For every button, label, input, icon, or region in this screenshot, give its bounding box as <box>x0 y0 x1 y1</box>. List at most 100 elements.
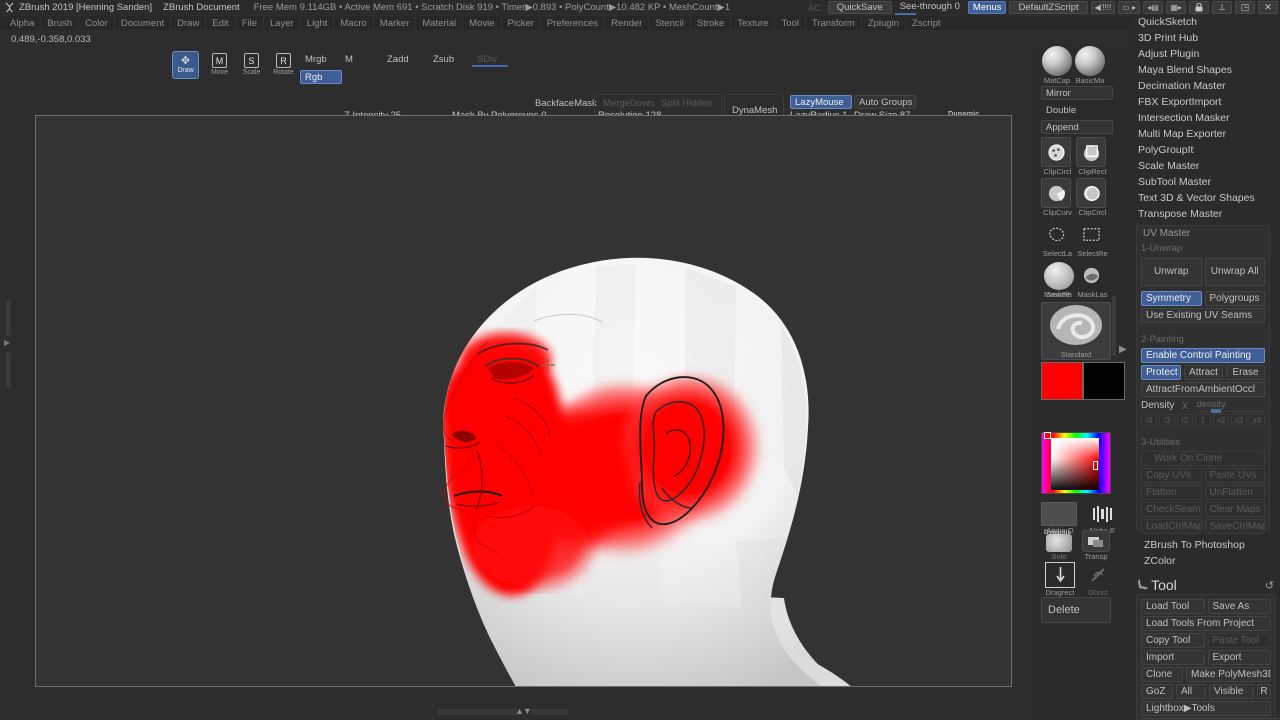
double-button[interactable]: Double <box>1041 103 1113 117</box>
ghost-button[interactable]: Ghost <box>1080 562 1116 597</box>
menu-item-render[interactable]: Render <box>604 16 648 30</box>
masklasso-button[interactable]: MaskLas <box>1076 260 1109 299</box>
basic-material-button[interactable]: BasicMa <box>1075 46 1105 85</box>
m-button[interactable]: M <box>340 52 380 66</box>
density-step-4[interactable]: /4 <box>1141 414 1157 426</box>
scrubber-lower[interactable] <box>6 352 11 388</box>
menus-button[interactable]: Menus <box>967 1 1007 14</box>
menu-item-picker[interactable]: Picker <box>500 16 540 30</box>
append-button[interactable]: Append <box>1041 120 1113 134</box>
menu-item-file[interactable]: File <box>234 16 263 30</box>
use-existing-uv-seams-button[interactable]: Use Existing UV Seams <box>1141 308 1265 323</box>
zplugin-item-scale-master[interactable]: Scale Master <box>1132 158 1280 174</box>
lightbox-tools-button[interactable]: Lightbox▶Tools <box>1141 701 1271 716</box>
goz-button[interactable]: GoZ <box>1141 684 1173 699</box>
paste-uvs-button[interactable]: Paste UVs <box>1204 468 1265 483</box>
menu-item-tool[interactable]: Tool <box>774 16 804 30</box>
menu-item-edit[interactable]: Edit <box>205 16 234 30</box>
menu-item-preferences[interactable]: Preferences <box>539 16 604 30</box>
default-zscript-button[interactable]: DefaultZScript <box>1009 1 1088 14</box>
menu-item-color[interactable]: Color <box>78 16 114 30</box>
transp-button[interactable]: Transp <box>1078 530 1114 561</box>
tray-right-icon[interactable]: ▦▸ <box>1166 1 1186 14</box>
move-tool-button[interactable]: M Move <box>206 51 233 79</box>
unwrap-all-button[interactable]: Unwrap All <box>1204 258 1265 286</box>
color-picker-marker[interactable] <box>1044 432 1051 439</box>
copy-uvs-button[interactable]: Copy UVs <box>1141 468 1202 483</box>
scrubber-upper[interactable] <box>6 300 11 336</box>
density-slider[interactable]: density. <box>1197 399 1265 413</box>
solo-button[interactable]: Solo <box>1042 534 1076 561</box>
check-seams-button[interactable]: CheckSeams <box>1141 502 1202 517</box>
menu-item-alpha[interactable]: Alpha <box>4 17 40 30</box>
make-polymesh3d-button[interactable]: Make PolyMesh3D <box>1186 667 1271 682</box>
script-icon[interactable]: ◀'!!!! <box>1090 1 1116 14</box>
zplugin-item-polygroupit[interactable]: PolyGroupIt <box>1132 142 1280 158</box>
attract-button[interactable]: Attract <box>1184 365 1223 380</box>
mergedown-button[interactable]: MergeDown <box>598 96 658 110</box>
load-tools-from-project-button[interactable]: Load Tools From Project <box>1141 616 1271 631</box>
density-knob[interactable] <box>1211 409 1221 413</box>
minimize-button[interactable]: ⊥ <box>1212 1 1232 14</box>
tool-panel-header[interactable]: ❮ Tool ↺ <box>1132 576 1280 594</box>
rotate-tool-button[interactable]: R Rotate <box>270 51 297 79</box>
menu-item-draw[interactable]: Draw <box>170 16 205 30</box>
menu-item-texture[interactable]: Texture <box>730 16 774 30</box>
copy-tool-button[interactable]: Copy Tool <box>1141 633 1205 648</box>
menu-item-zscript[interactable]: Zscript <box>905 16 947 30</box>
canvas-bottom-scrubber[interactable]: ▲▼ <box>0 706 1036 718</box>
smooth-brush-button[interactable]: Smooth <box>1042 262 1076 299</box>
lazy-mouse-button[interactable]: LazyMouse <box>790 95 852 109</box>
split-hidden-button[interactable]: Split Hidden <box>656 96 718 110</box>
mirror-button[interactable]: Mirror <box>1041 86 1113 100</box>
bottom-scrubber-right[interactable] <box>532 709 568 715</box>
zplugin-item-decimation-master[interactable]: Decimation Master <box>1132 78 1280 94</box>
color-picker-wheel[interactable] <box>1041 432 1111 494</box>
goz-r-button[interactable]: R <box>1257 684 1271 699</box>
matcap-material-button[interactable]: MatCap <box>1042 46 1072 85</box>
selectlasso-button[interactable]: SelectLa <box>1041 219 1074 258</box>
save-ctrl-map-button[interactable]: SaveCtrlMap <box>1204 519 1265 534</box>
quicksave-button[interactable]: QuickSave <box>827 1 892 14</box>
sdiv-button[interactable]: SDiv <box>472 52 520 66</box>
menu-item-light[interactable]: Light <box>299 16 334 30</box>
menu-item-transform[interactable]: Transform <box>804 16 861 30</box>
density-step-x2[interactable]: x2 <box>1213 414 1229 426</box>
color-picker-cursor[interactable] <box>1093 461 1098 470</box>
secondary-color-swatch[interactable] <box>1083 362 1125 400</box>
auto-groups-button[interactable]: Auto Groups <box>854 95 916 109</box>
unflatten-button[interactable]: UnFlatten <box>1204 485 1265 500</box>
clear-maps-button[interactable]: Clear Maps <box>1204 502 1265 517</box>
density-step-2[interactable]: /2 <box>1177 414 1193 426</box>
reset-icon[interactable]: ↺ <box>1265 579 1274 592</box>
zplugin-item-fbx-exportimport[interactable]: FBX ExportImport <box>1132 94 1280 110</box>
sdiv-slider-fill[interactable] <box>472 65 508 67</box>
menu-item-stencil[interactable]: Stencil <box>648 16 690 30</box>
tray-left-icon[interactable]: ◂▤ <box>1143 1 1163 14</box>
close-button[interactable]: ✕ <box>1258 1 1278 14</box>
clone-button[interactable]: Clone <box>1141 667 1183 682</box>
draw-tool-button[interactable]: ✥ Draw <box>172 51 199 79</box>
selectrect-button[interactable]: SelectRe <box>1076 219 1109 258</box>
erase-button[interactable]: Erase <box>1226 365 1265 380</box>
clipcurve-button[interactable]: ClipCurv <box>1041 178 1074 217</box>
menu-item-material[interactable]: Material <box>415 16 462 30</box>
enable-control-painting-button[interactable]: Enable Control Painting <box>1141 348 1265 363</box>
zplugin-item-zbrush-to-photoshop[interactable]: ZBrush To Photoshop <box>1132 537 1280 553</box>
import-button[interactable]: Import <box>1141 650 1205 665</box>
symmetry-button[interactable]: Symmetry <box>1141 291 1202 306</box>
menu-item-macro[interactable]: Macro <box>333 16 372 30</box>
zplugin-item-text-3d-vector-shapes[interactable]: Text 3D & Vector Shapes <box>1132 190 1280 206</box>
work-on-clone-button[interactable]: Work On Clone <box>1141 451 1265 466</box>
palette-scrollbar[interactable] <box>1112 296 1116 356</box>
clipcircle-button[interactable]: ClipCircl <box>1041 137 1074 176</box>
dragrect-button[interactable]: Dragrect <box>1042 562 1078 597</box>
palette-collapse-arrow-icon[interactable]: ▶ <box>1119 344 1127 355</box>
zplugin-item-transpose-master[interactable]: Transpose Master <box>1132 206 1280 222</box>
bottom-scrubber-left[interactable] <box>437 709 517 715</box>
primary-color-swatch[interactable] <box>1041 362 1083 400</box>
zplugin-item-3d-print-hub[interactable]: 3D Print Hub <box>1132 30 1280 46</box>
density-step-x3[interactable]: x3 <box>1231 414 1247 426</box>
maximize-button[interactable]: ◳ <box>1235 1 1255 14</box>
visible-button[interactable]: Visible <box>1209 684 1254 699</box>
